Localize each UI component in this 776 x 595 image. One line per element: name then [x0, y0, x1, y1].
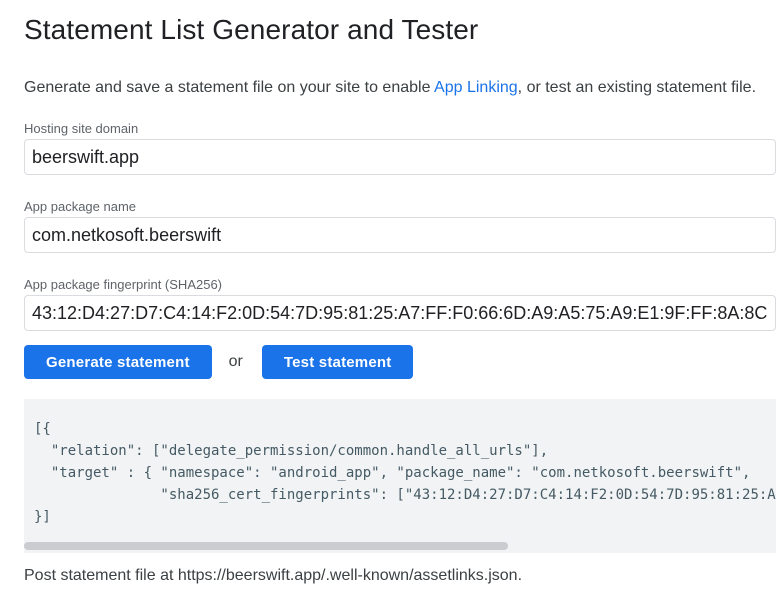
action-button-row: Generate statement or Test statement	[24, 345, 776, 379]
app-package-name-input[interactable]	[24, 217, 776, 253]
generate-statement-button[interactable]: Generate statement	[24, 345, 212, 379]
hosting-site-domain-group: Hosting site domain	[24, 121, 776, 175]
test-statement-button[interactable]: Test statement	[262, 345, 414, 379]
app-package-name-label: App package name	[24, 199, 776, 214]
app-package-name-group: App package name	[24, 199, 776, 253]
statement-json-code: [{ "relation": ["delegate_permission/com…	[24, 399, 776, 528]
app-package-fingerprint-input[interactable]	[24, 295, 776, 331]
intro-text-after: , or test an existing statement file.	[518, 79, 756, 96]
horizontal-scrollbar[interactable]	[24, 539, 776, 553]
post-statement-note: Post statement file at https://beerswift…	[24, 566, 776, 586]
app-package-fingerprint-label: App package fingerprint (SHA256)	[24, 277, 776, 292]
or-label: or	[229, 353, 243, 371]
statement-code-block: [{ "relation": ["delegate_permission/com…	[24, 399, 776, 553]
intro-text: Generate and save a statement file on yo…	[24, 77, 776, 99]
scrollbar-thumb[interactable]	[24, 542, 508, 550]
hosting-site-domain-label: Hosting site domain	[24, 121, 776, 136]
intro-text-before: Generate and save a statement file on yo…	[24, 79, 434, 96]
app-package-fingerprint-group: App package fingerprint (SHA256)	[24, 277, 776, 331]
app-linking-link[interactable]: App Linking	[434, 79, 518, 96]
hosting-site-domain-input[interactable]	[24, 139, 776, 175]
page-title: Statement List Generator and Tester	[24, 12, 776, 48]
statement-list-generator-page: Statement List Generator and Tester Gene…	[0, 12, 776, 586]
